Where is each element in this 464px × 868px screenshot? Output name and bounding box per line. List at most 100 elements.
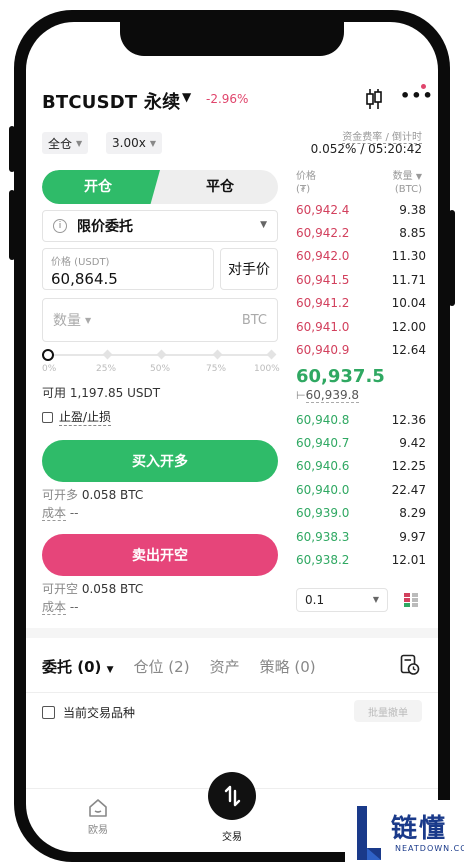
chevron-down-icon: ▼ bbox=[372, 595, 379, 604]
bid-row[interactable]: 60,938.3 9.97 bbox=[296, 525, 426, 548]
quantity-input[interactable]: 数量 ▼ BTC bbox=[42, 298, 278, 342]
sell-cost-label[interactable]: 成本 bbox=[42, 600, 67, 615]
order-history-icon[interactable] bbox=[400, 654, 420, 676]
ask-price: 60,941.5 bbox=[296, 272, 350, 287]
home-icon bbox=[89, 799, 107, 817]
tab-open-position[interactable]: 开仓 bbox=[42, 170, 154, 204]
candlestick-chart-icon[interactable] bbox=[364, 88, 384, 114]
buy-long-button[interactable]: 买入开多 bbox=[42, 440, 278, 482]
checkbox[interactable] bbox=[42, 706, 55, 719]
more-menu-icon[interactable]: ••• bbox=[400, 86, 434, 105]
ask-row[interactable]: 60,942.0 11.30 bbox=[296, 245, 426, 268]
orderbook-qty-header[interactable]: 数量 ▼ (BTC) bbox=[393, 170, 422, 196]
buy-cost-label[interactable]: 成本 bbox=[42, 506, 67, 521]
tab-assets[interactable]: 资产 bbox=[210, 656, 240, 677]
slider-tick[interactable] bbox=[266, 349, 277, 360]
counterparty-price-button[interactable]: 对手价 bbox=[220, 248, 278, 290]
slider-thumb[interactable] bbox=[42, 349, 54, 361]
bid-price: 60,938.2 bbox=[296, 553, 350, 568]
ask-row[interactable]: 60,942.2 8.85 bbox=[296, 221, 426, 244]
orders-tab-bar: 委托 (0) ▼ 仓位 (2) 资产 策略 (0) bbox=[42, 652, 422, 680]
bid-qty: 9.42 bbox=[399, 436, 426, 451]
tab-positions[interactable]: 仓位 (2) bbox=[134, 656, 190, 677]
bid-row[interactable]: 60,938.2 12.01 bbox=[296, 548, 426, 571]
orderbook-layout-icon[interactable] bbox=[403, 592, 419, 608]
sell-short-button[interactable]: 卖出开空 bbox=[42, 534, 278, 576]
buy-cost-value: -- bbox=[69, 506, 79, 520]
price-input[interactable]: 价格 (USDT) 60,864.5 bbox=[42, 248, 214, 290]
ask-row[interactable]: 60,941.5 11.71 bbox=[296, 268, 426, 291]
phone-frame: BTCUSDT 永续 ▼ -2.96% ••• 全仓 ▼ 3.00x ▼ 资金费… bbox=[0, 0, 464, 868]
open-close-toggle: 开仓 平仓 bbox=[42, 170, 278, 204]
buy-cost: 成本 -- bbox=[42, 504, 79, 521]
tab-divider bbox=[26, 692, 438, 693]
funding-rate-value: 0.052% / 05:20:42 bbox=[310, 142, 422, 156]
ask-price: 60,941.0 bbox=[296, 319, 350, 334]
slider-tick[interactable] bbox=[212, 349, 223, 360]
phone-notch bbox=[120, 22, 344, 56]
chevron-down-icon: ▼ bbox=[149, 138, 156, 148]
leverage-select[interactable]: 3.00x ▼ bbox=[106, 132, 162, 154]
slider-mark: 50% bbox=[150, 364, 171, 374]
ask-qty: 11.30 bbox=[391, 249, 426, 264]
symbol-dropdown-icon[interactable]: ▼ bbox=[182, 90, 191, 104]
tab-orders[interactable]: 委托 (0) ▼ bbox=[42, 656, 114, 677]
bid-price: 60,940.6 bbox=[296, 459, 350, 474]
bid-qty: 12.01 bbox=[391, 553, 426, 568]
slider-tick[interactable] bbox=[156, 349, 167, 360]
bid-row[interactable]: 60,940.0 22.47 bbox=[296, 478, 426, 501]
tab-orders-label: 委托 (0) bbox=[42, 657, 102, 676]
bid-row[interactable]: 60,940.8 12.36 bbox=[296, 408, 426, 431]
ask-qty: 9.38 bbox=[399, 202, 426, 217]
order-type-select[interactable]: i 限价委托 ▼ bbox=[42, 210, 278, 242]
margin-mode-select[interactable]: 全仓 ▼ bbox=[42, 132, 89, 154]
watermark: 链懂 NEATDOWN.COM bbox=[345, 800, 464, 866]
sell-max-open: 可开空 0.058 BTC bbox=[42, 580, 143, 597]
bid-qty: 12.36 bbox=[391, 412, 426, 427]
current-symbol-filter[interactable]: 当前交易品种 bbox=[42, 704, 135, 721]
slider-mark: 25% bbox=[96, 364, 117, 374]
checkbox[interactable] bbox=[42, 411, 53, 423]
price-input-label: 价格 (USDT) bbox=[51, 257, 110, 268]
ask-row[interactable]: 60,941.0 12.00 bbox=[296, 315, 426, 338]
symbol-title[interactable]: BTCUSDT 永续 bbox=[42, 88, 180, 114]
price-step-select[interactable]: 0.1 ▼ bbox=[296, 588, 388, 612]
ask-row[interactable]: 60,940.9 12.64 bbox=[296, 338, 426, 361]
nav-trade-button[interactable] bbox=[208, 772, 256, 820]
leverage-label: 3.00x bbox=[112, 136, 146, 150]
bid-row[interactable]: 60,939.0 8.29 bbox=[296, 502, 426, 525]
chevron-down-icon: ▼ bbox=[415, 172, 422, 181]
sell-cost: 成本 -- bbox=[42, 598, 79, 615]
buy-max-open-value: 0.058 BTC bbox=[81, 488, 144, 502]
chevron-down-icon[interactable]: ▼ bbox=[85, 316, 91, 325]
nav-trade-label[interactable]: 交易 bbox=[208, 828, 256, 843]
batch-cancel-button[interactable]: 批量撤单 bbox=[354, 700, 422, 722]
bid-row[interactable]: 60,940.6 12.25 bbox=[296, 455, 426, 478]
ask-price: 60,940.9 bbox=[296, 343, 350, 358]
mark-price-value: 60,939.8 bbox=[305, 388, 360, 403]
slider-tick[interactable] bbox=[102, 349, 113, 360]
ask-row[interactable]: 60,941.2 10.04 bbox=[296, 292, 426, 315]
info-icon[interactable]: i bbox=[53, 219, 67, 233]
section-divider bbox=[26, 628, 438, 638]
price-change-badge: -2.96% bbox=[206, 92, 249, 106]
tab-close-position[interactable]: 平仓 bbox=[162, 170, 278, 204]
available-balance: 可用 1,197.85 USDT bbox=[42, 386, 161, 400]
order-type-label: 限价委托 bbox=[77, 219, 133, 235]
bid-row[interactable]: 60,940.7 9.42 bbox=[296, 431, 426, 454]
quantity-slider[interactable]: 0% 25% 50% 75% 100% bbox=[42, 348, 280, 374]
tab-strategies[interactable]: 策略 (0) bbox=[260, 656, 316, 677]
last-price[interactable]: 60,937.5 bbox=[296, 366, 385, 387]
ask-row[interactable]: 60,942.4 9.38 bbox=[296, 198, 426, 221]
ask-qty: 8.85 bbox=[399, 226, 426, 241]
ask-qty: 11.71 bbox=[391, 272, 426, 287]
tpsl-label[interactable]: 止盈/止损 bbox=[59, 408, 112, 426]
tpsl-checkbox[interactable]: 止盈/止损 bbox=[42, 408, 112, 426]
notification-dot bbox=[421, 84, 426, 89]
mark-price[interactable]: ⊢60,939.8 bbox=[296, 388, 360, 403]
nav-home[interactable]: 欧易 bbox=[78, 798, 118, 836]
bid-price: 60,938.3 bbox=[296, 529, 350, 544]
bid-qty: 22.47 bbox=[391, 482, 426, 497]
price-input-value[interactable]: 60,864.5 bbox=[51, 270, 205, 288]
bid-price: 60,939.0 bbox=[296, 506, 350, 521]
